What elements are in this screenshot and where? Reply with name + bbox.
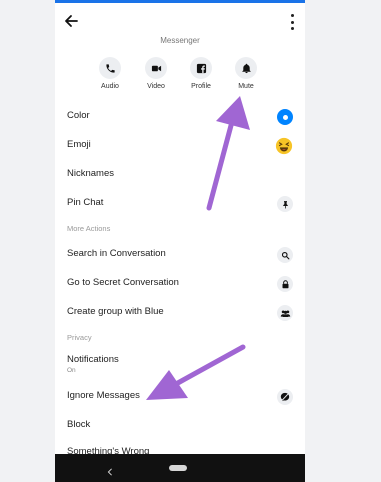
search-conversation-label: Search in Conversation: [67, 248, 166, 259]
nicknames-row[interactable]: Nicknames: [67, 168, 293, 182]
pin-chat-label: Pin Chat: [67, 197, 104, 208]
lock-icon: [277, 276, 293, 292]
system-nav-bar: [55, 454, 305, 482]
notifications-row[interactable]: Notifications: [67, 354, 293, 368]
left-background: [0, 0, 55, 482]
nav-back-icon: [107, 468, 112, 476]
ignore-icon: [277, 389, 293, 405]
search-conversation-row[interactable]: Search in Conversation: [67, 247, 293, 263]
create-group-row[interactable]: Create group with Blue: [67, 305, 293, 321]
video-camera-icon: [151, 65, 161, 71]
profile-label: Profile: [191, 83, 211, 90]
conversation-subtitle: Messenger: [160, 36, 200, 45]
group-icon: [277, 305, 293, 321]
color-label: Color: [67, 110, 90, 121]
more-options-button[interactable]: [289, 14, 295, 30]
secret-conversation-row[interactable]: Go to Secret Conversation: [67, 276, 293, 292]
create-group-label: Create group with Blue: [67, 306, 164, 317]
video-label: Video: [147, 83, 165, 90]
quick-actions: Audio Video Profile Mute: [55, 57, 305, 97]
privacy-heading: Privacy: [67, 333, 92, 342]
audio-label: Audio: [101, 83, 119, 90]
notifications-status: On: [67, 367, 76, 374]
secret-conversation-label: Go to Secret Conversation: [67, 277, 179, 288]
emoji-label: Emoji: [67, 139, 91, 150]
emoji-row[interactable]: Emoji: [67, 137, 293, 155]
pin-icon: [277, 196, 293, 212]
facebook-icon: [196, 63, 206, 73]
nav-home-pill[interactable]: [169, 465, 187, 471]
block-row[interactable]: Block: [67, 419, 293, 433]
audio-call-button[interactable]: Audio: [90, 57, 130, 90]
nav-back-button[interactable]: [106, 463, 114, 476]
more-vertical-icon: [290, 14, 294, 17]
mute-label: Mute: [238, 83, 254, 90]
emoji-icon: [275, 137, 293, 155]
color-swatch: [277, 109, 293, 125]
bell-icon: [241, 63, 251, 73]
right-background: [305, 0, 381, 482]
back-button[interactable]: [62, 12, 80, 30]
ignore-messages-row[interactable]: Ignore Messages: [67, 389, 293, 405]
video-call-button[interactable]: Video: [136, 57, 176, 90]
nicknames-label: Nicknames: [67, 168, 114, 179]
arrow-left-icon: [65, 15, 78, 27]
more-actions-heading: More Actions: [67, 224, 111, 233]
pin-chat-row[interactable]: Pin Chat: [67, 196, 293, 212]
mute-button[interactable]: Mute: [226, 57, 266, 90]
profile-button[interactable]: Profile: [181, 57, 221, 90]
phone-screen: Messenger Audio Video Profile Mute Color…: [55, 0, 305, 482]
color-row[interactable]: Color: [67, 109, 293, 125]
block-label: Block: [67, 419, 91, 430]
ignore-messages-label: Ignore Messages: [67, 390, 140, 401]
phone-icon: [105, 63, 115, 73]
search-icon: [277, 247, 293, 263]
app-bar: [55, 3, 305, 39]
notifications-label: Notifications: [67, 354, 119, 365]
